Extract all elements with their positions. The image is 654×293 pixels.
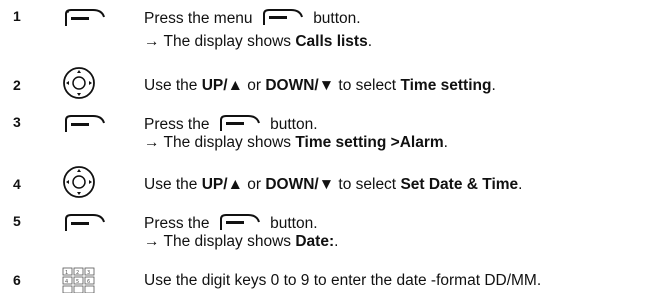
display-text: Calls lists	[295, 33, 368, 50]
menu-item-name: Set Date & Time	[400, 176, 519, 193]
result-text: → The display shows	[144, 233, 292, 250]
svg-text:4: 4	[65, 279, 68, 285]
instruction-text: or	[247, 176, 262, 193]
punctuation: .	[367, 33, 373, 50]
punctuation: .	[491, 77, 496, 94]
punctuation: .	[518, 176, 523, 193]
instruction-text: Press the	[144, 116, 210, 133]
svg-text:1: 1	[65, 270, 68, 276]
step-text: Press the button. → The display shows Da…	[144, 213, 338, 251]
step-number: 1	[13, 8, 21, 24]
up-key-label: UP/▲	[201, 77, 243, 94]
menu-button-icon	[62, 213, 106, 233]
instruction-text: Use the	[144, 77, 198, 94]
svg-text:6: 6	[87, 279, 90, 285]
step-number: 5	[13, 213, 21, 229]
menu-button-icon	[218, 213, 262, 231]
instruction-text: button.	[313, 10, 361, 27]
svg-text:2: 2	[76, 270, 79, 276]
down-key-label: DOWN/▼	[265, 77, 335, 94]
step-text: Press the button. → The display shows Ti…	[144, 114, 448, 152]
step-number: 6	[13, 272, 21, 288]
display-text: Time setting >Alarm	[295, 134, 444, 151]
step-text: Press the menu button. → The display sho…	[144, 8, 372, 51]
menu-button-icon	[62, 114, 106, 134]
instruction-text: or	[247, 77, 262, 94]
menu-item-name: Time setting	[400, 77, 492, 94]
punctuation: .	[443, 134, 448, 151]
svg-text:5: 5	[76, 279, 79, 285]
step-number: 4	[13, 176, 21, 192]
down-key-label: DOWN/▼	[265, 176, 335, 193]
step-text: Use the UP/▲ or DOWN/▼ to select Set Dat…	[144, 176, 522, 194]
step-number: 3	[13, 114, 21, 130]
menu-button-icon	[218, 114, 262, 132]
instruction-text: to select	[338, 176, 397, 193]
step-text: Use the UP/▲ or DOWN/▼ to select Time se…	[144, 77, 496, 95]
instruction-text: to select	[338, 77, 397, 94]
step-number: 2	[13, 77, 21, 93]
digit-keypad-icon: 1 2 3 4 5 6	[62, 267, 96, 293]
up-key-label: UP/▲	[201, 176, 243, 193]
instruction-text: button.	[270, 116, 318, 133]
menu-button-icon	[261, 8, 305, 26]
result-text: → The display shows	[144, 33, 292, 50]
instruction-text: Press the menu	[144, 10, 253, 27]
menu-button-icon	[62, 8, 106, 28]
instruction-text: Use the	[144, 176, 198, 193]
navigation-key-icon	[62, 66, 96, 100]
svg-text:3: 3	[87, 270, 90, 276]
step-text: Use the digit keys 0 to 9 to enter the d…	[144, 272, 542, 289]
result-text: → The display shows	[144, 134, 292, 151]
navigation-key-icon	[62, 165, 96, 199]
display-text: Date:	[295, 233, 335, 250]
punctuation: .	[334, 233, 339, 250]
instruction-text: Press the	[144, 215, 210, 232]
instruction-text: button.	[270, 215, 318, 232]
